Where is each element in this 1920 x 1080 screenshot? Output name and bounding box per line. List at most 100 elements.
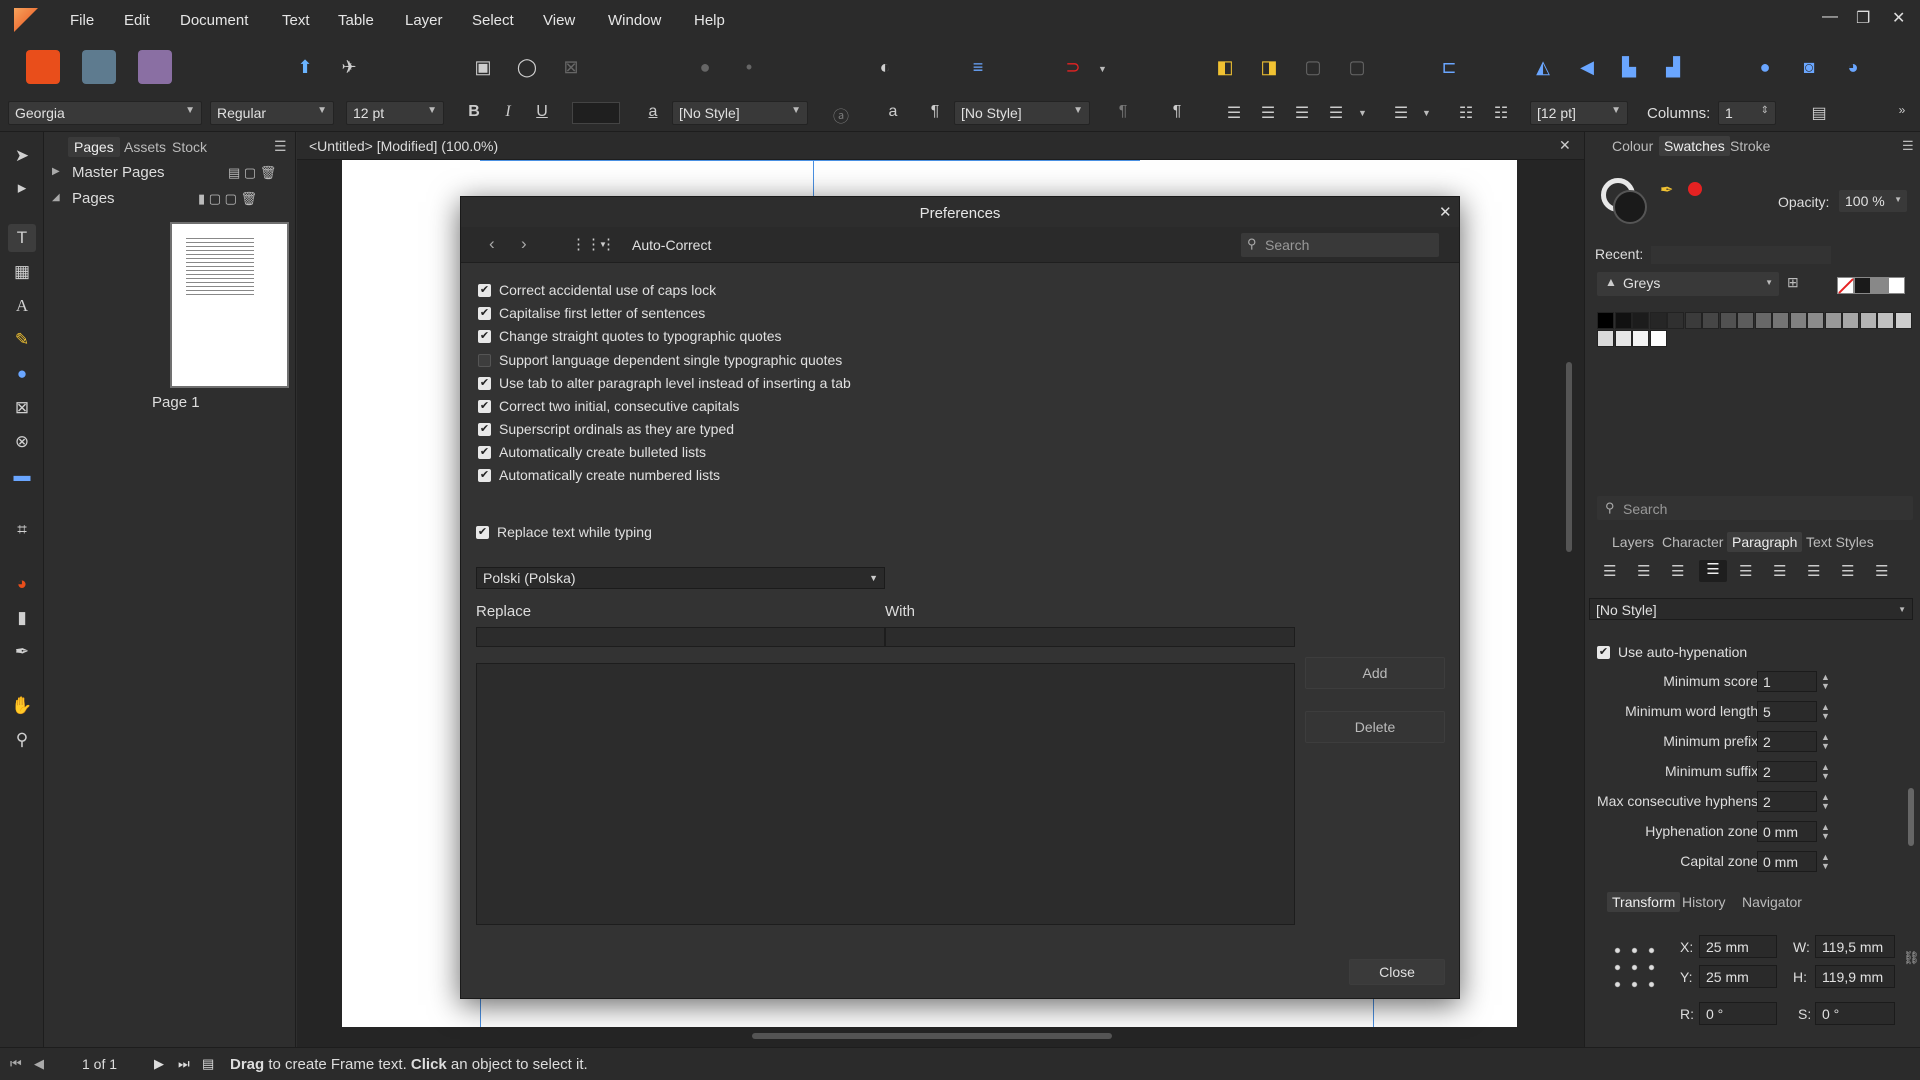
capital-zone-input[interactable]: 0 mm (1757, 851, 1817, 872)
swatch[interactable] (1824, 312, 1842, 329)
align-towards-spine-icon[interactable]: ☰ (1841, 562, 1854, 580)
option-superscript-ordinals[interactable]: ✔ Superscript ordinals as they are typed (478, 419, 734, 439)
boolean-intersect-icon[interactable]: ◕ (1836, 50, 1870, 84)
font-style-select[interactable]: Regular ▼ (210, 101, 334, 125)
text-wrap-icon[interactable]: ≡ (961, 50, 995, 84)
panel-menu-icon[interactable]: ☰ (274, 138, 287, 155)
stepper-icon[interactable]: ▲ ▼ (1821, 853, 1830, 871)
frame-text-tool-icon[interactable]: T (8, 224, 36, 252)
swatch[interactable] (1877, 312, 1894, 329)
swatch[interactable] (1597, 312, 1614, 329)
table-tool-icon[interactable]: ▦ (8, 258, 36, 286)
chevron-down-icon[interactable]: ▼ (1098, 64, 1107, 74)
para-style-clear-icon[interactable]: ¶ (1112, 103, 1134, 121)
tab-stock[interactable]: Stock (166, 137, 213, 157)
snapping-icon[interactable]: ⊃ (1056, 50, 1090, 84)
para-style-apply-icon[interactable]: ¶ (1166, 103, 1188, 121)
arrange-backward-icon[interactable]: ▢ (1340, 50, 1374, 84)
bullet-list-icon[interactable]: ☷ (1455, 103, 1477, 123)
transform-s-input[interactable]: 0 ° (1815, 1002, 1895, 1025)
numbered-list-icon[interactable]: ☷ (1490, 103, 1512, 123)
arrange-back-icon[interactable]: ◨ (1252, 50, 1286, 84)
arrange-forward-icon[interactable]: ▢ (1296, 50, 1330, 84)
swatch[interactable] (1649, 330, 1667, 347)
checkbox-checked[interactable]: ✔ (476, 525, 489, 539)
picture-frame-tool-icon[interactable]: ⊠ (8, 394, 36, 422)
font-size-select[interactable]: 12 pt ▼ (346, 101, 444, 125)
bold-icon[interactable]: B (463, 103, 485, 121)
min-word-length-input[interactable]: 5 (1757, 701, 1817, 722)
ellipse-frame-tool-icon[interactable]: ⊗ (8, 428, 36, 456)
palette-select[interactable]: ▲ Greys ▼ (1597, 272, 1779, 296)
grey-swatch[interactable] (1871, 277, 1888, 294)
option-numbered-lists[interactable]: ✔ Automatically create numbered lists (478, 465, 720, 485)
stepper-icon[interactable]: ▲ ▼ (1821, 673, 1830, 691)
tab-assets[interactable]: Assets (118, 137, 172, 157)
align-left-icon[interactable]: ☰ (1223, 103, 1245, 123)
close-button[interactable]: Close (1349, 959, 1445, 985)
close-window-icon[interactable]: ✕ (1892, 8, 1905, 28)
add-button[interactable]: Add (1305, 657, 1445, 689)
dialog-close-icon[interactable]: ✕ (1439, 203, 1452, 221)
transform-h-input[interactable]: 119,9 mm (1815, 965, 1895, 988)
option-caps-lock[interactable]: ✔ Correct accidental use of caps lock (478, 280, 716, 300)
flip-horizontal-icon[interactable]: ◭ (1526, 50, 1560, 84)
stepper-icon[interactable]: ▲ ▼ (1821, 733, 1830, 751)
shape-icon[interactable]: ◯ (510, 50, 544, 84)
dialog-search-input[interactable]: ⚲ Search (1241, 233, 1439, 257)
tab-colour[interactable]: Colour (1607, 136, 1658, 156)
with-input[interactable] (885, 627, 1295, 647)
option-replace-while-typing[interactable]: ✔ Replace text while typing (476, 522, 652, 542)
checkbox-checked[interactable]: ✔ (478, 399, 491, 413)
horizontal-scrollbar[interactable] (306, 1030, 1556, 1042)
link-icon[interactable]: ⛓ (1903, 950, 1920, 966)
delete-button[interactable]: Delete (1305, 711, 1445, 743)
panel-menu-icon[interactable]: ☰ (1902, 138, 1914, 154)
eyedropper-icon[interactable]: ✒ (1660, 180, 1673, 200)
swatch[interactable] (1719, 312, 1737, 329)
leading-select[interactable]: [12 pt] ▼ (1530, 101, 1628, 125)
paragraph-scrollbar[interactable] (1907, 640, 1915, 884)
rotate-right-icon[interactable]: ▟ (1656, 50, 1690, 84)
char-style-apply-icon[interactable]: a (882, 103, 904, 121)
checkbox-unchecked[interactable] (478, 353, 491, 367)
chevron-down-icon[interactable]: ▼ (599, 240, 607, 249)
document-tab[interactable]: <Untitled> [Modified] (100.0%) ✕ (297, 132, 1584, 160)
char-style-select[interactable]: [No Style] ▼ (672, 101, 808, 125)
option-capitalise-sentences[interactable]: ✔ Capitalise first letter of sentences (478, 303, 705, 323)
hand-tool-icon[interactable]: ✋ (8, 692, 36, 720)
pages-actions-icon[interactable]: ▮ ▢ ▢ 🗑 (198, 191, 257, 207)
ellipse-tool-icon[interactable]: ● (8, 360, 36, 388)
stepper-icon[interactable]: ▲ ▼ (1821, 793, 1830, 811)
align-center-icon[interactable]: ☰ (1637, 562, 1650, 580)
frame-text-icon[interactable]: ▣ (466, 50, 500, 84)
app-logo-icon[interactable] (14, 8, 38, 32)
swatch[interactable] (1737, 312, 1754, 329)
option-tab-paragraph-level[interactable]: ✔ Use tab to alter paragraph level instea… (478, 373, 851, 393)
auto-hyphenation-toggle[interactable]: ✔ Use auto-hypenation (1597, 642, 1747, 662)
tab-navigator[interactable]: Navigator (1737, 892, 1807, 912)
page-menu-icon[interactable]: ▤ (202, 1056, 214, 1072)
flip-vertical-icon[interactable]: ◀ (1570, 50, 1604, 84)
publisher-persona-icon[interactable] (26, 50, 60, 84)
language-select[interactable]: Polski (Polska) ▼ (476, 567, 885, 589)
justify-icon[interactable]: ☰ (1325, 103, 1347, 123)
checkbox-checked[interactable]: ✔ (478, 306, 491, 320)
transform-x-input[interactable]: 25 mm (1699, 935, 1777, 958)
forward-icon[interactable]: › (521, 234, 527, 254)
menu-file[interactable]: File (70, 12, 94, 29)
tab-paragraph[interactable]: Paragraph (1727, 532, 1803, 552)
swatch[interactable] (1859, 312, 1877, 329)
place-image-icon[interactable]: ▬ (8, 462, 36, 490)
rotate-left-icon[interactable]: ▙ (1612, 50, 1646, 84)
record-colour-icon[interactable] (1688, 182, 1702, 196)
scrollbar-thumb[interactable] (752, 1033, 1112, 1039)
justify-all-icon[interactable]: ☰ (1807, 562, 1820, 580)
tab-transform[interactable]: Transform (1607, 892, 1681, 912)
scrollbar-thumb[interactable] (1908, 788, 1914, 846)
swatch[interactable] (1597, 330, 1614, 347)
menu-table[interactable]: Table (338, 12, 374, 29)
zoom-tool-icon[interactable]: ⚲ (8, 726, 36, 754)
swatch[interactable] (1632, 312, 1649, 329)
palette-options-icon[interactable]: ⊞ (1787, 274, 1799, 291)
